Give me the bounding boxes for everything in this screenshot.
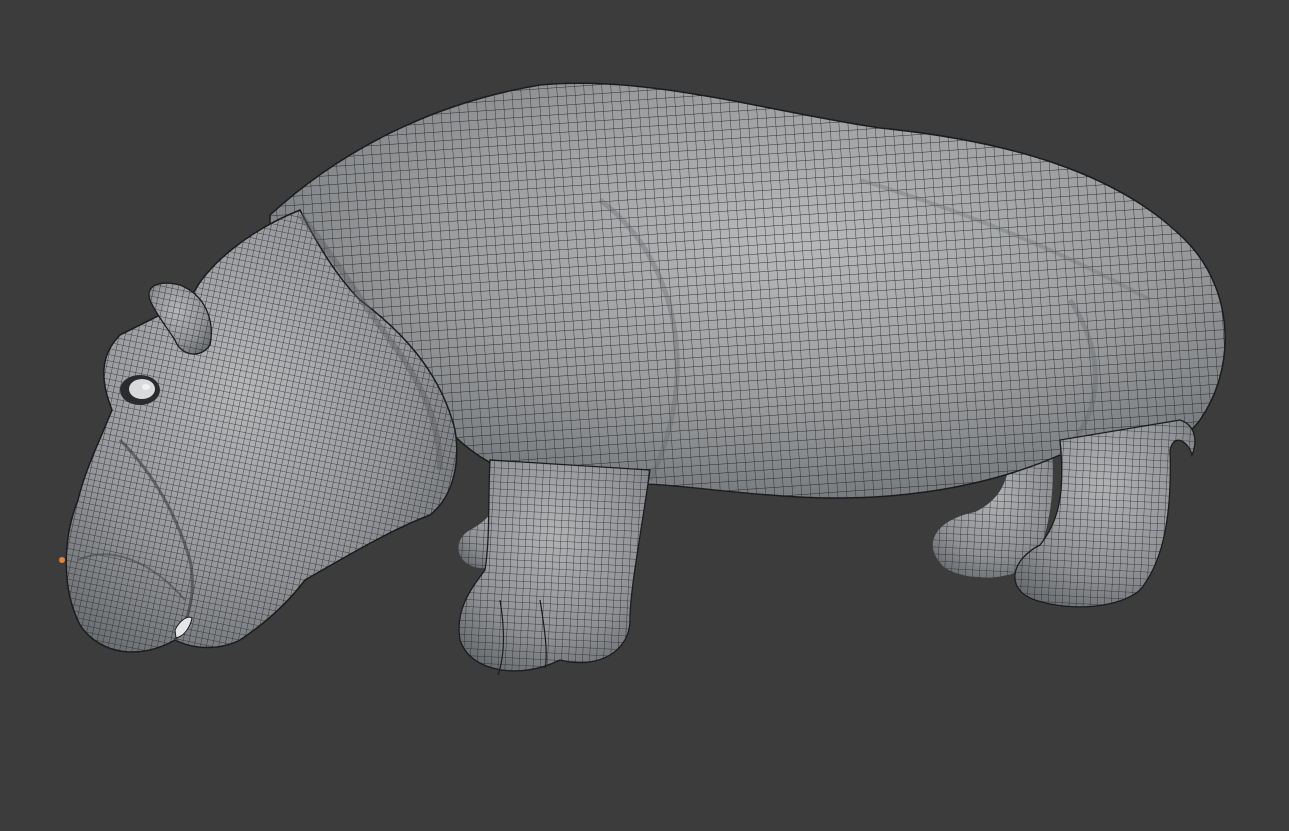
eye xyxy=(120,375,160,405)
nostril-marker xyxy=(59,557,65,563)
3d-viewport[interactable] xyxy=(0,0,1289,831)
hippo-wireframe-model[interactable] xyxy=(0,0,1289,831)
near-front-leg xyxy=(458,459,651,676)
